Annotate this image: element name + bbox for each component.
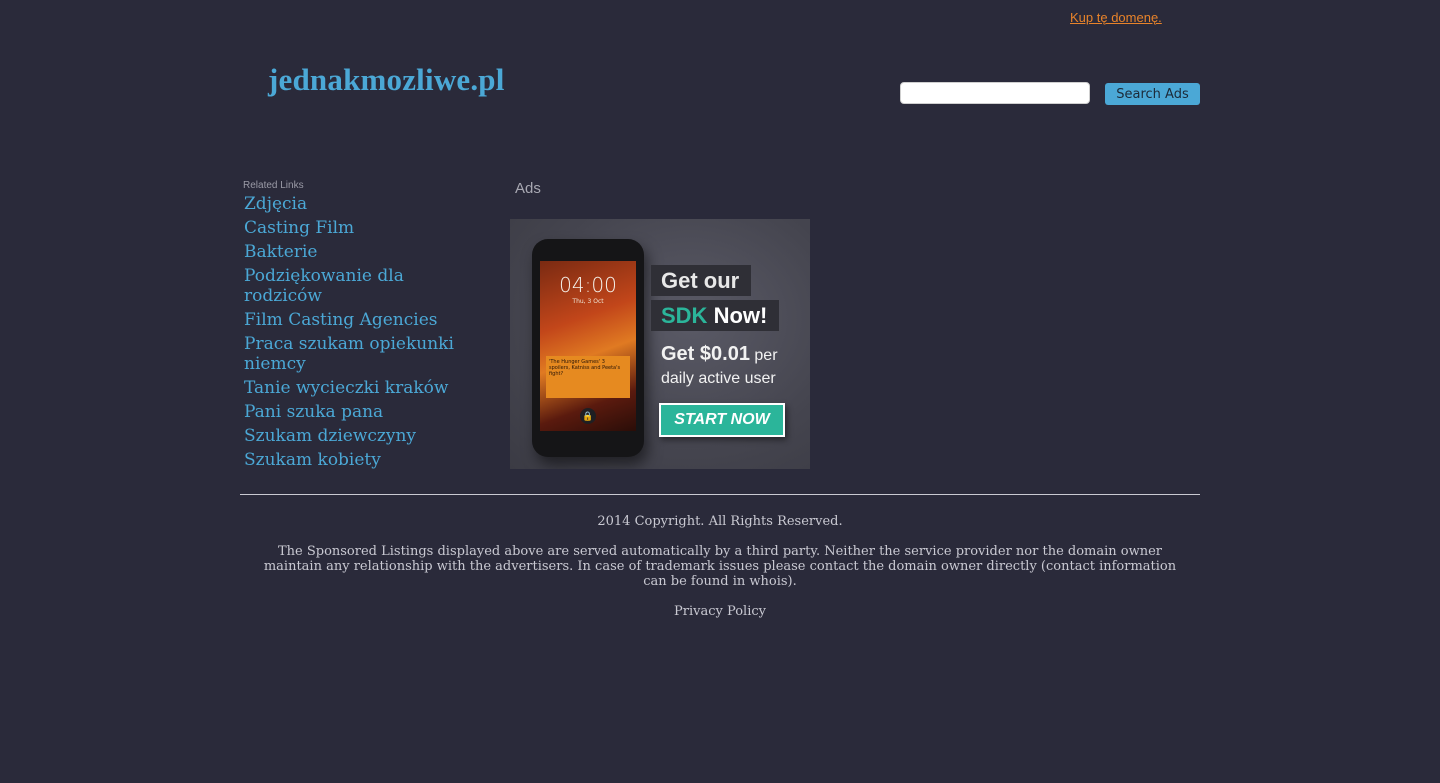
ad-offer-per: per [754, 347, 778, 364]
footer: 2014 Copyright. All Rights Reserved. The… [240, 514, 1200, 619]
sdk-ad-banner[interactable]: 04:00 Thu, 3 Oct 'The Hunger Games' 3 sp… [510, 219, 810, 469]
related-link[interactable]: Szukam dziewczyny [244, 426, 469, 446]
ad-offer: Get $0.01 per daily active user [661, 343, 801, 390]
ad-offer-rest: daily active user [661, 370, 776, 387]
ad-headline-line2: SDK Now! [651, 300, 780, 331]
phone-screen: 04:00 Thu, 3 Oct 'The Hunger Games' 3 sp… [540, 261, 636, 431]
related-link[interactable]: Tanie wycieczki kraków [244, 378, 469, 398]
start-now-button[interactable]: START NOW [659, 403, 785, 437]
related-link[interactable]: Bakterie [244, 242, 469, 262]
lock-icon: 🔒 [580, 408, 596, 424]
phone-image: 04:00 Thu, 3 Oct 'The Hunger Games' 3 sp… [532, 239, 644, 457]
buy-domain-link[interactable]: Kup tę domenę. [1070, 10, 1162, 25]
related-link[interactable]: Pani szuka pana [244, 402, 469, 422]
copyright-text: 2014 Copyright. All Rights Reserved. [597, 514, 843, 529]
related-link[interactable]: Podziękowanie dla rodziców [244, 266, 469, 306]
related-link[interactable]: Film Casting Agencies [244, 310, 469, 330]
site-title[interactable]: jednakmozliwe.pl [268, 62, 505, 98]
disclaimer-text: The Sponsored Listings displayed above a… [263, 544, 1177, 589]
related-link[interactable]: Praca szukam opiekunki niemcy [244, 334, 469, 374]
privacy-policy-link[interactable]: Privacy Policy [674, 604, 766, 619]
phone-news-card: 'The Hunger Games' 3 spoilers, Katniss a… [546, 356, 630, 398]
ads-label: Ads [515, 180, 541, 197]
ad-headline-sdk: SDK [661, 303, 708, 328]
ad-offer-amount: Get $0.01 [661, 343, 750, 365]
related-links-header: Related Links [243, 180, 304, 191]
related-link[interactable]: Szukam kobiety [244, 450, 469, 470]
ad-headline-now: Now! [713, 303, 768, 328]
phone-date: Thu, 3 Oct [572, 298, 604, 305]
related-link[interactable]: Casting Film [244, 218, 469, 238]
search-input[interactable] [900, 82, 1090, 104]
footer-divider [240, 494, 1200, 495]
related-links-list: Zdjęcia Casting Film Bakterie Podziękowa… [244, 194, 469, 474]
phone-time: 04:00 [559, 273, 617, 297]
related-link[interactable]: Zdjęcia [244, 194, 469, 214]
search-ads-button[interactable]: Search Ads [1105, 83, 1200, 105]
ad-headline-line1: Get our [651, 265, 752, 296]
